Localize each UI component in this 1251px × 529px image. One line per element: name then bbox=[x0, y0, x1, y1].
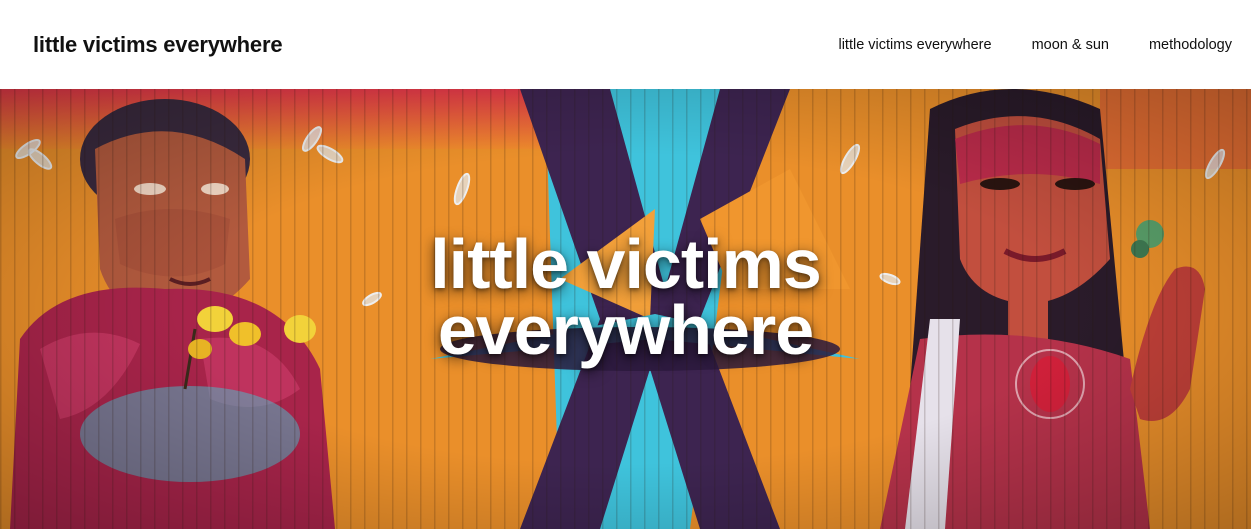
site-header: little victims everywhere little victims… bbox=[0, 0, 1251, 89]
site-title-link[interactable]: little victims everywhere bbox=[33, 32, 283, 58]
nav-link-methodology[interactable]: methodology bbox=[1149, 37, 1232, 53]
hero-title-line-2: everywhere bbox=[437, 291, 814, 369]
hero-banner: little victims everywhere bbox=[0, 89, 1251, 529]
hero-title-line-1: little victims bbox=[430, 225, 822, 303]
hero-title: little victims everywhere bbox=[0, 225, 1251, 369]
main-nav: little victims everywhere moon & sun met… bbox=[838, 37, 1232, 53]
nav-link-little-victims-everywhere[interactable]: little victims everywhere bbox=[838, 37, 991, 53]
nav-link-moon-and-sun[interactable]: moon & sun bbox=[1032, 37, 1109, 53]
